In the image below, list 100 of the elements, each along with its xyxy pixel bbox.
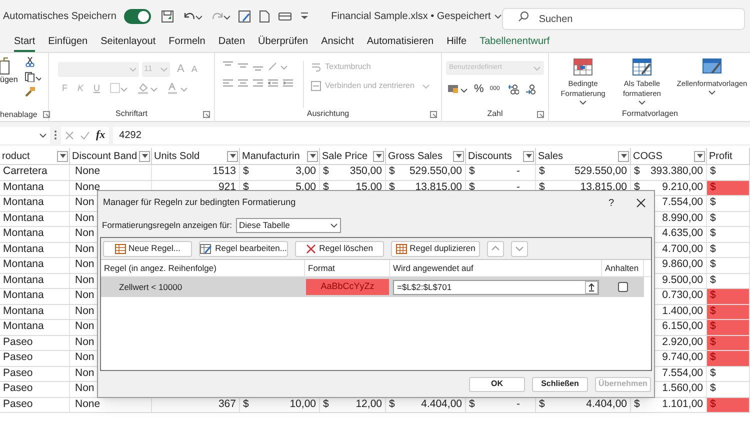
align-lines-icon[interactable] — [268, 79, 278, 88]
font-color-icon[interactable] — [168, 82, 188, 94]
search-field[interactable]: Suchen — [502, 8, 745, 30]
close-icon[interactable] — [636, 198, 646, 208]
table-cell-text: 529.550,00 — [574, 164, 627, 180]
ribbon-tab[interactable]: Automatisieren — [366, 33, 434, 52]
table-cell-text: Montana — [3, 304, 44, 319]
paste-button[interactable]: ügen — [0, 57, 22, 85]
fill-color-icon[interactable] — [138, 82, 158, 94]
copy-icon[interactable] — [25, 72, 41, 82]
window-icon[interactable] — [278, 10, 292, 23]
dialog-launcher-icon[interactable] — [430, 111, 437, 118]
table-cell-text: Montana — [3, 195, 44, 210]
caret-icon — [160, 66, 168, 73]
table-cell-text: 367 — [218, 396, 236, 412]
currency-icon[interactable] — [448, 84, 468, 94]
save-icon[interactable] — [161, 10, 174, 23]
help-button[interactable]: ? — [608, 196, 614, 210]
table-cell-text: 3,00 — [296, 164, 316, 180]
dialog-button[interactable]: OK — [469, 376, 525, 392]
filter-button[interactable] — [373, 150, 384, 162]
formula-field[interactable]: 4292 — [113, 126, 750, 144]
ribbon-tab[interactable]: Überprüfen — [258, 33, 308, 52]
table-cell-text: Non — [74, 381, 94, 396]
ribbon-tab[interactable]: Einfügen — [48, 33, 88, 52]
dialog-launcher-icon[interactable] — [203, 111, 210, 118]
caret-icon — [620, 153, 628, 159]
column-header: Discount Band — [72, 150, 138, 164]
caret-icon — [494, 13, 502, 20]
align-lines-icon[interactable] — [283, 79, 293, 88]
table-icon — [114, 244, 126, 254]
toolbar-button[interactable]: Regel löschen — [295, 240, 384, 256]
currency-sign: $ — [539, 396, 545, 412]
currency-sign: $ — [634, 164, 640, 180]
file-title-button[interactable]: Financial Sample.xlsx • Gespeichert — [331, 9, 502, 24]
toolbar-button[interactable]: Regel duplizieren — [391, 240, 480, 256]
checkbox[interactable] — [618, 282, 628, 292]
column-header: Gross Sales — [388, 150, 444, 164]
table-cell-text: Non — [74, 319, 94, 334]
toolbar-button[interactable]: Regel bearbeiten... — [199, 240, 288, 256]
highlighted-cell: $ — [707, 289, 750, 304]
ribbon-tab[interactable]: Seitenlayout — [100, 33, 156, 52]
table-cell-text: 529.550,00 — [409, 164, 462, 180]
scope-label: Formatierungsregeln anzeigen für: — [102, 218, 232, 232]
rule-row[interactable]: Zellwert < 10000 AaBbCcYyZz =$L$2:$L$701 — [101, 277, 644, 297]
group-label: Zahl — [487, 108, 503, 120]
table-cell: $ — [707, 366, 750, 381]
autosave-toggle[interactable] — [124, 9, 152, 24]
table-cell: $ — [707, 196, 750, 210]
toolbar-button[interactable]: Neue Regel... — [103, 240, 192, 256]
ribbon-tab[interactable]: Tabellenentwurf — [480, 33, 550, 52]
table-cell-text: Non — [74, 210, 94, 226]
wrap-icon — [311, 62, 321, 72]
filter-button[interactable] — [618, 150, 629, 162]
group-label: Ausrichtung — [306, 108, 350, 120]
insert-function-button[interactable]: fx — [96, 126, 106, 144]
dialog-launcher-icon[interactable] — [537, 111, 544, 118]
currency-sign: $ — [243, 396, 249, 412]
ribbon-tab[interactable]: Formeln — [168, 33, 206, 52]
scissors-icon[interactable] — [25, 57, 35, 67]
table-cell-text: 1.400,00 — [662, 304, 703, 319]
increase-decimal-icon[interactable] — [508, 84, 519, 95]
align-lines-icon[interactable] — [253, 79, 263, 88]
table-cell-text: Non — [74, 366, 94, 381]
filter-button[interactable] — [523, 150, 534, 162]
format-preview: AaBbCcYyZz — [306, 279, 389, 295]
table-cell-text: 921 — [218, 180, 236, 195]
table-cell-text: 6.150,00 — [662, 319, 703, 334]
font-name-field[interactable] — [58, 62, 139, 77]
table-cell-text: Montana — [3, 288, 44, 304]
decrease-decimal-icon[interactable] — [524, 84, 536, 95]
dialog-launcher-icon[interactable] — [43, 111, 50, 118]
dialog-button[interactable]: Schließen — [532, 376, 588, 392]
percent-button[interactable]: % — [474, 81, 484, 98]
brush-icon[interactable] — [25, 87, 35, 97]
caret-icon — [129, 66, 137, 73]
table-cell-text: 9.860,00 — [662, 257, 703, 272]
filter-button[interactable] — [57, 150, 68, 162]
align-lines-icon[interactable] — [238, 79, 248, 88]
filter-button[interactable] — [307, 150, 318, 162]
filter-button[interactable] — [694, 150, 705, 162]
scope-dropdown[interactable]: Diese Tabelle — [236, 218, 341, 232]
range-field[interactable]: =$L$2:$L$701 — [393, 280, 599, 294]
currency-sign: $ — [389, 164, 395, 180]
table-cell-text: 10,00 — [290, 396, 316, 412]
filter-button[interactable] — [453, 150, 464, 162]
new-file-icon[interactable] — [259, 10, 270, 23]
table-cell-text: 4.404,00 — [586, 396, 627, 412]
ribbon-tab[interactable]: Daten — [218, 33, 246, 52]
table-cell-text: 9.210,00 — [662, 180, 703, 195]
table-cell-text: 12,00 — [356, 396, 382, 412]
column-header: Sales — [538, 150, 564, 164]
ribbon-tab[interactable]: Hilfe — [446, 33, 467, 52]
filter-button[interactable] — [227, 150, 238, 162]
caret-icon — [228, 153, 236, 159]
currency-sign: $ — [469, 396, 475, 412]
ribbon-tab[interactable]: Ansicht — [321, 33, 354, 52]
filter-button[interactable] — [139, 150, 150, 162]
more-icon[interactable] — [54, 130, 57, 140]
align-lines-icon[interactable] — [223, 79, 233, 88]
